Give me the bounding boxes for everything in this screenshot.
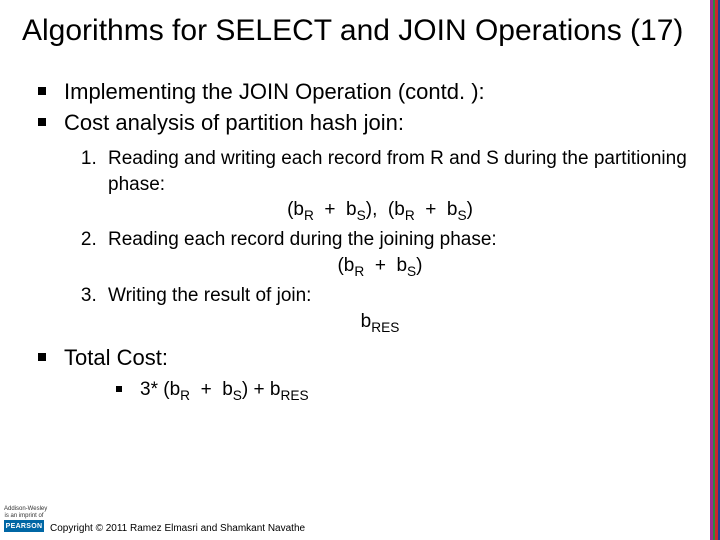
total-bullet-list: Total Cost: 3* (bR + bS) + bRES <box>18 343 692 405</box>
list-text: Writing the result of join: <box>108 285 311 306</box>
publisher-logo: Addison-Wesley is an imprint of PEARSON <box>4 506 44 532</box>
formula: (bR + bS) <box>108 253 652 281</box>
decorative-edge <box>710 0 720 540</box>
main-bullet-list: Implementing the JOIN Operation (contd. … <box>18 77 692 138</box>
copyright-text: Copyright © 2011 Ramez Elmasri and Shamk… <box>50 523 720 534</box>
footer: Addison-Wesley is an imprint of PEARSON … <box>0 523 720 534</box>
list-text: Reading each record during the joining p… <box>108 229 497 250</box>
list-item: Reading each record during the joining p… <box>102 227 692 281</box>
list-item: Reading and writing each record from R a… <box>102 146 692 226</box>
sub-bullet-item: 3* (bR + bS) + bRES <box>112 377 692 405</box>
pearson-badge: PEARSON <box>4 520 44 532</box>
sub-bullet-list: 3* (bR + bS) + bRES <box>64 377 692 405</box>
numbered-list: Reading and writing each record from R a… <box>18 146 692 337</box>
bullet-item: Implementing the JOIN Operation (contd. … <box>34 77 692 107</box>
bullet-item: Cost analysis of partition hash join: <box>34 108 692 138</box>
logo-line: Addison-Wesley <box>4 506 44 512</box>
list-text: Reading and writing each record from R a… <box>108 148 687 195</box>
slide-title: Algorithms for SELECT and JOIN Operation… <box>18 14 692 49</box>
formula: bRES <box>108 309 652 337</box>
total-label: Total Cost: <box>64 345 168 370</box>
formula: (bR + bS), (bR + bS) <box>108 197 652 225</box>
list-item: Writing the result of join: bRES <box>102 283 692 337</box>
bullet-item: Total Cost: 3* (bR + bS) + bRES <box>34 343 692 405</box>
logo-line: is an imprint of <box>4 513 44 519</box>
slide: Algorithms for SELECT and JOIN Operation… <box>0 0 720 540</box>
